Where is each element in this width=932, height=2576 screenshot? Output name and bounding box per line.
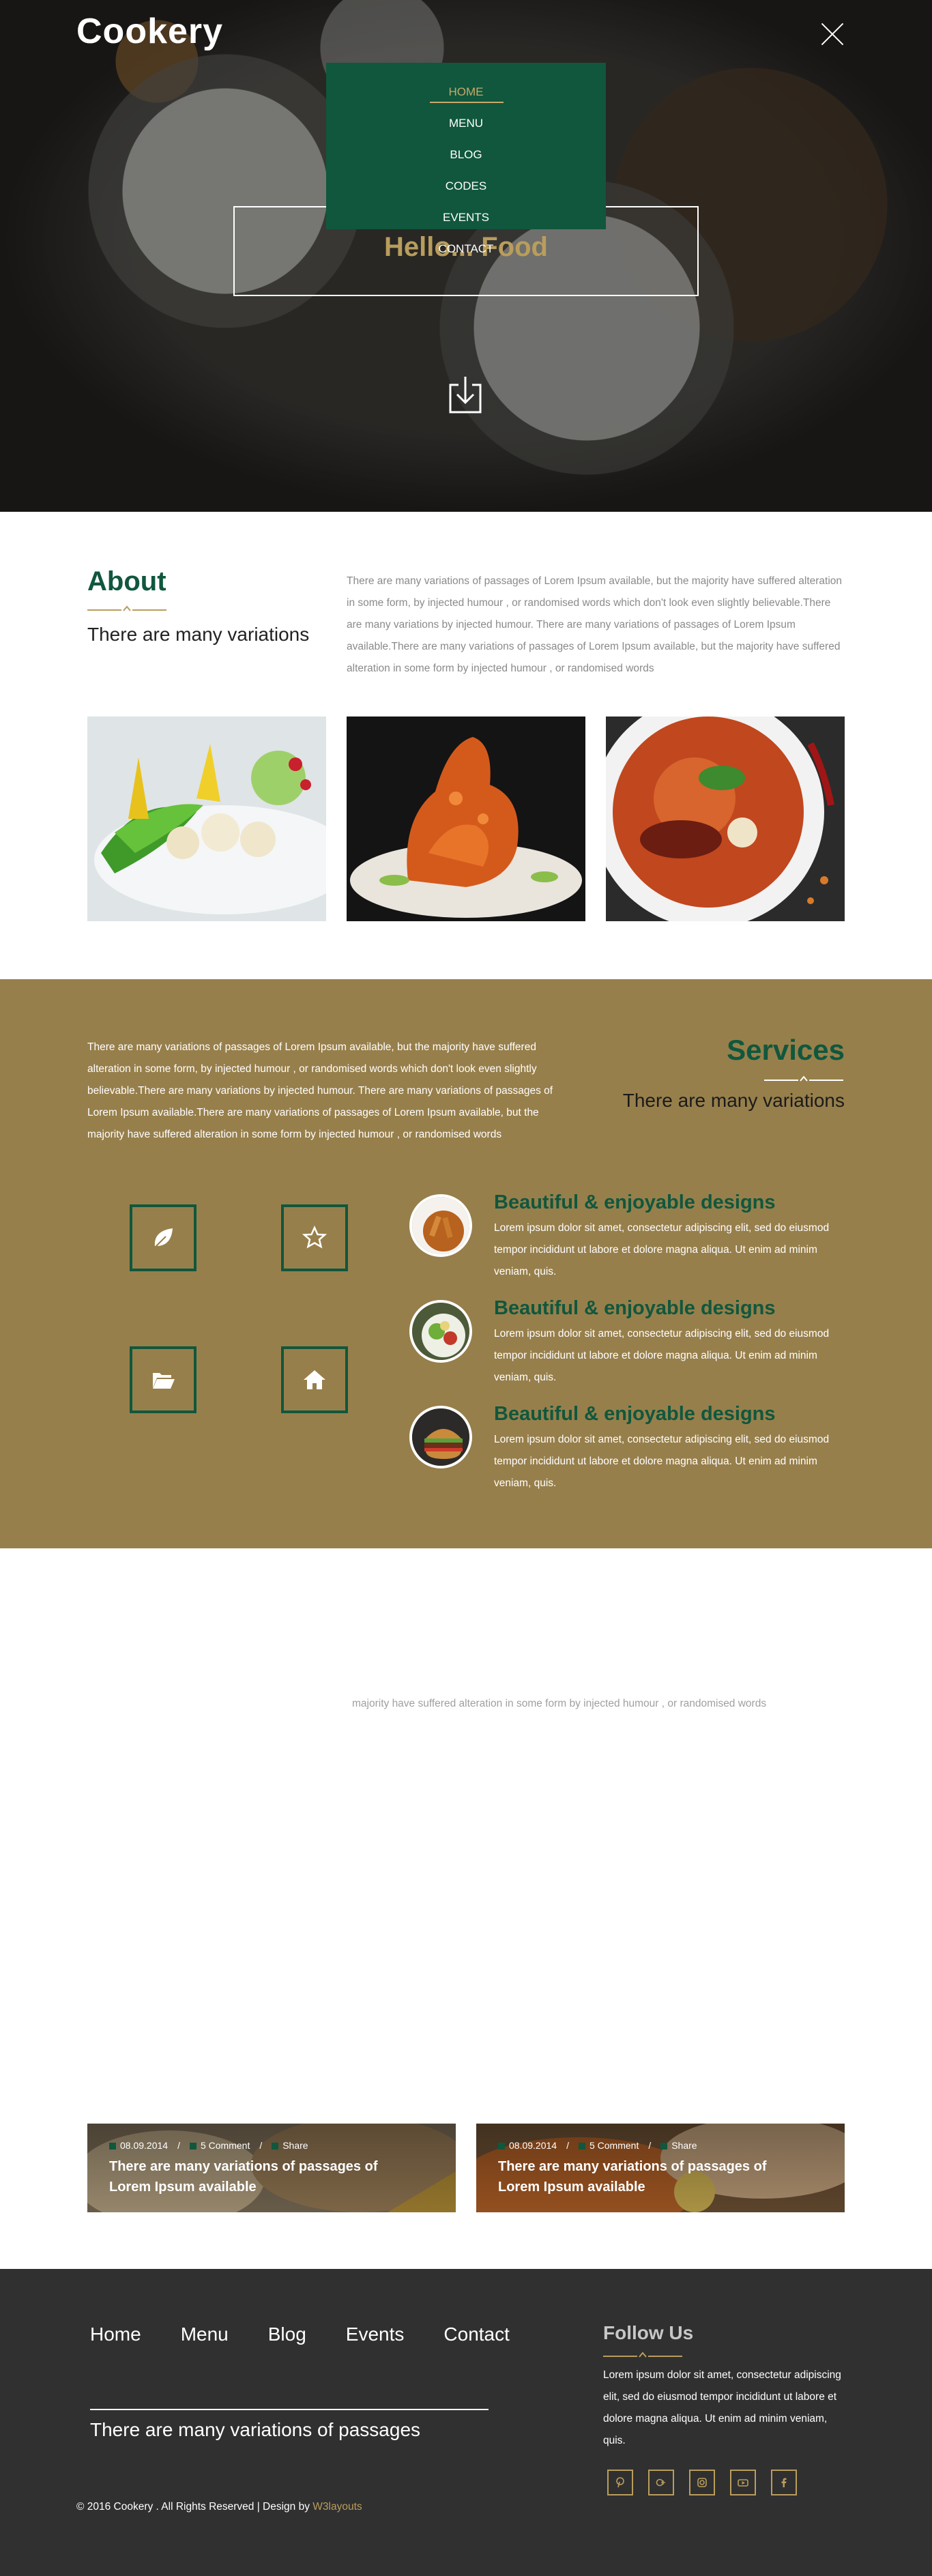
- feature-text: Lorem ipsum dolor sit amet, consectetur …: [494, 1222, 830, 1277]
- designer-link[interactable]: W3layouts: [312, 2501, 362, 2513]
- feature-thumb-salad: [409, 1300, 472, 1363]
- services-divider: [764, 1075, 843, 1084]
- footer-subtitle: There are many variations of passages: [90, 2419, 421, 2440]
- footer-nav: Home Menu Blog Events Contact: [90, 2324, 549, 2345]
- youtube-icon: [738, 2479, 748, 2487]
- blog-card-title[interactable]: There are many variations of passages of…: [498, 2156, 812, 2197]
- social-links: [607, 2470, 797, 2495]
- blog-date: 08.09.2014: [120, 2140, 169, 2151]
- pinterest-icon: [616, 2477, 624, 2488]
- folder-open-icon: [153, 1373, 175, 1389]
- nav-item-contact[interactable]: CONTACT: [326, 233, 606, 265]
- nav-item-home[interactable]: HOME: [326, 76, 606, 108]
- close-menu-button[interactable]: [819, 20, 846, 48]
- about-divider: [87, 605, 166, 614]
- pinterest-link[interactable]: [607, 2470, 633, 2495]
- blog-comments-link[interactable]: 5 Comment: [189, 2140, 250, 2151]
- services-subtitle: There are many variations: [622, 1090, 845, 1111]
- feature-title: Beautiful & enjoyable designs: [494, 1403, 776, 1425]
- feature-title: Beautiful & enjoyable designs: [494, 1191, 776, 1213]
- share-icon: [660, 2143, 668, 2150]
- feature-thumb-burger: [409, 1406, 472, 1468]
- blog-date: 08.09.2014: [509, 2140, 557, 2151]
- follow-us-title: Follow Us: [603, 2322, 694, 2343]
- nav-item-menu[interactable]: MENU: [326, 108, 606, 139]
- service-leaf-button[interactable]: [130, 1204, 196, 1271]
- service-home-button[interactable]: [281, 1346, 348, 1413]
- footer-link-home[interactable]: Home: [90, 2324, 141, 2345]
- site-footer: Home Menu Blog Events Contact There are …: [0, 2269, 932, 2576]
- nav-item-events[interactable]: EVENTS: [326, 202, 606, 233]
- curry-soup-photo: [606, 717, 845, 921]
- footer-link-events[interactable]: Events: [346, 2324, 405, 2345]
- footer-divider: [90, 2409, 489, 2410]
- youtube-link[interactable]: [730, 2470, 756, 2495]
- instagram-icon: [697, 2478, 707, 2487]
- service-star-button[interactable]: [281, 1204, 348, 1271]
- middle-text: majority have suffered alteration in som…: [352, 1698, 767, 1709]
- scroll-down-button[interactable]: [446, 374, 484, 416]
- star-icon: [302, 1226, 327, 1249]
- blog-share-link[interactable]: Share: [272, 2140, 308, 2151]
- appetizer-photo: [87, 717, 326, 921]
- site-logo[interactable]: Cookery: [76, 11, 223, 52]
- about-subtitle: There are many variations: [87, 624, 310, 645]
- leaf-icon: [154, 1228, 173, 1248]
- services-section: There are many variations of passages of…: [0, 979, 932, 1548]
- blog-comments-link[interactable]: 5 Comment: [578, 2140, 639, 2151]
- footer-link-contact[interactable]: Contact: [443, 2324, 510, 2345]
- follow-us-text: Lorem ipsum dolor sit amet, consectetur …: [603, 2369, 841, 2446]
- download-icon: [449, 377, 482, 414]
- nav-item-blog[interactable]: BLOG: [326, 139, 606, 171]
- copyright: © 2016 Cookery . All Rights Reserved | D…: [76, 2501, 362, 2513]
- blog-card-title[interactable]: There are many variations of passages of…: [109, 2156, 423, 2197]
- instagram-link[interactable]: [689, 2470, 715, 2495]
- hero-banner: Cookery Hello... Food HOME MENU BLOG COD…: [0, 0, 932, 512]
- share-icon: [272, 2143, 279, 2150]
- footer-link-blog[interactable]: Blog: [268, 2324, 306, 2345]
- calendar-icon: [109, 2143, 116, 2150]
- footer-link-menu[interactable]: Menu: [181, 2324, 229, 2345]
- facebook-icon: [781, 2478, 787, 2487]
- services-title: Services: [727, 1034, 845, 1066]
- follow-divider: [603, 2351, 682, 2360]
- blog-card-meta: 08.09.2014 / 5 Comment / Share: [109, 2140, 308, 2151]
- home-icon: [304, 1370, 325, 1389]
- about-title: About: [87, 566, 166, 596]
- feature-text: Lorem ipsum dolor sit amet, consectetur …: [494, 1434, 830, 1489]
- google-plus-link[interactable]: [648, 2470, 674, 2495]
- blog-card[interactable]: 08.09.2014 / 5 Comment / Share There are…: [87, 2124, 456, 2212]
- services-paragraph: There are many variations of passages of…: [87, 1041, 553, 1140]
- blog-share-link[interactable]: Share: [660, 2140, 697, 2151]
- fried-chicken-photo: [347, 717, 585, 921]
- about-paragraph: There are many variations of passages of…: [347, 575, 843, 674]
- main-nav-menu: HOME MENU BLOG CODES EVENTS CONTACT: [326, 63, 606, 255]
- google-plus-icon: [656, 2478, 665, 2487]
- comment-icon: [578, 2143, 585, 2150]
- calendar-icon: [498, 2143, 505, 2150]
- service-folder-button[interactable]: [130, 1346, 196, 1413]
- comment-icon: [189, 2143, 196, 2150]
- nav-item-codes[interactable]: CODES: [326, 171, 606, 202]
- facebook-link[interactable]: [771, 2470, 797, 2495]
- feature-thumb-fries: [409, 1194, 472, 1257]
- feature-title: Beautiful & enjoyable designs: [494, 1297, 776, 1319]
- blog-card[interactable]: 08.09.2014 / 5 Comment / Share There are…: [476, 2124, 845, 2212]
- feature-text: Lorem ipsum dolor sit amet, consectetur …: [494, 1328, 830, 1383]
- blog-card-meta: 08.09.2014 / 5 Comment / Share: [498, 2140, 697, 2151]
